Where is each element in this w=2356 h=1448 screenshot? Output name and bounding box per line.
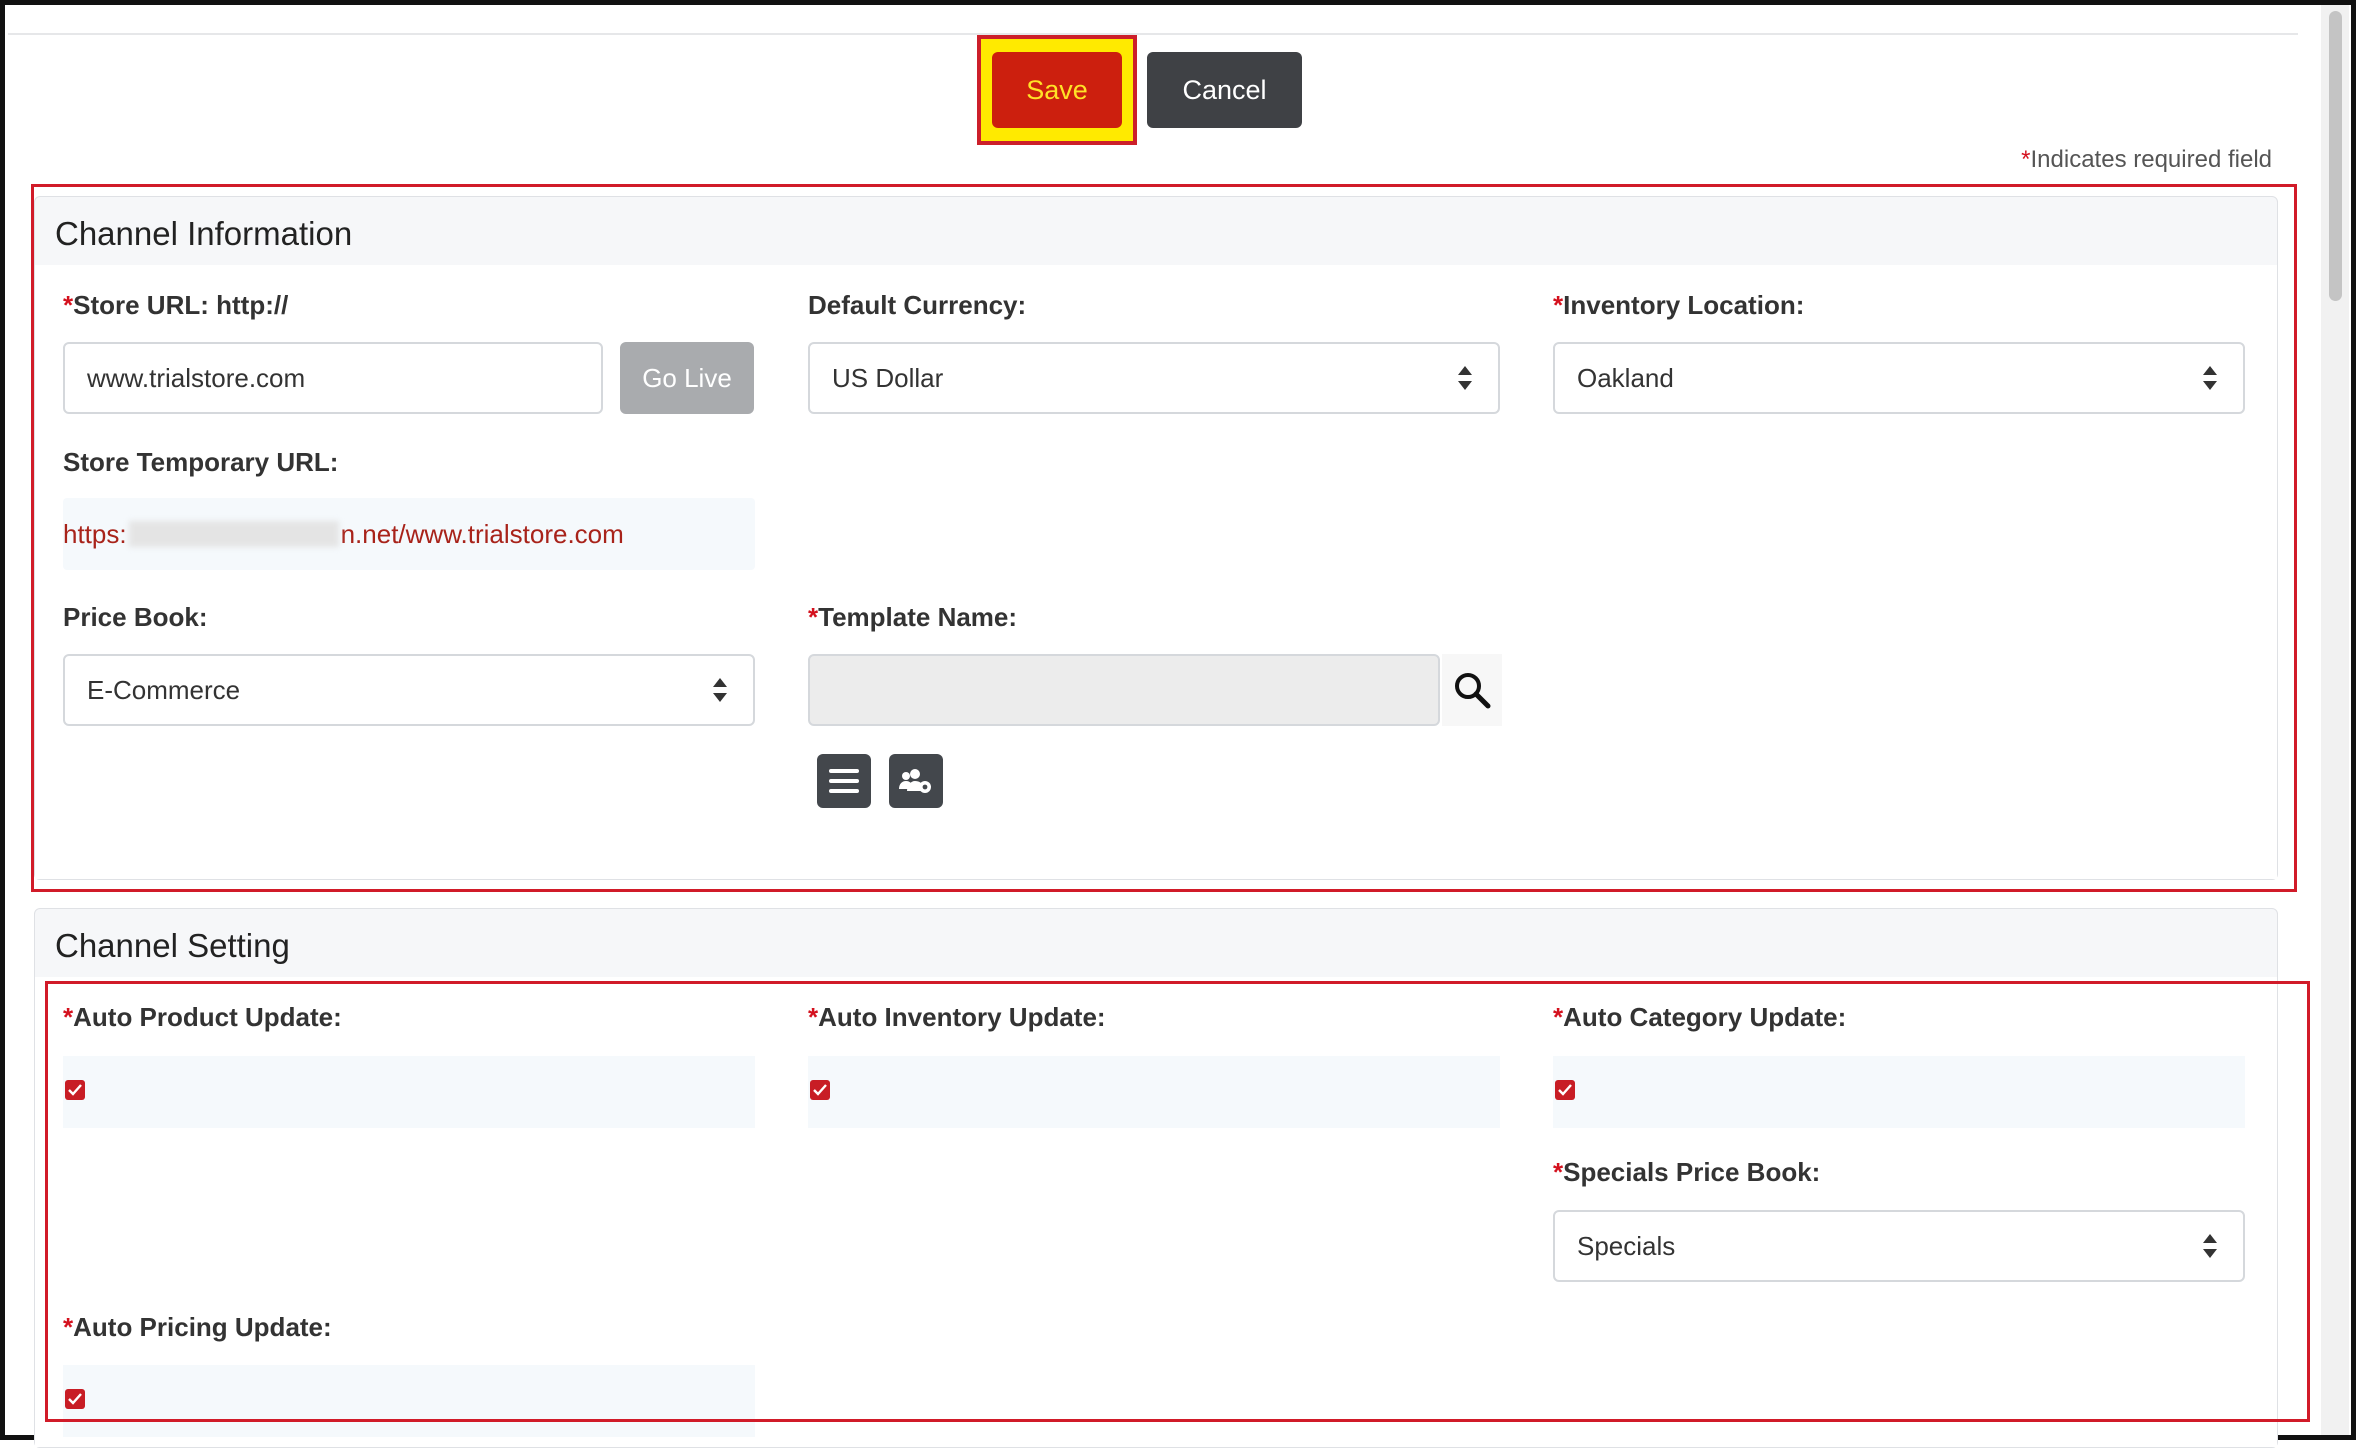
scrollbar-thumb[interactable] <box>2329 11 2342 301</box>
top-strip <box>8 5 2298 35</box>
channel-setting-title: Channel Setting <box>55 927 290 964</box>
annotation-box-channel-information <box>31 184 2297 892</box>
required-note-text: Indicates required field <box>2030 146 2272 173</box>
page-scrollbar[interactable] <box>2321 5 2349 1435</box>
cancel-button[interactable]: Cancel <box>1147 52 1302 128</box>
save-button[interactable]: Save <box>992 52 1122 128</box>
required-star: * <box>2021 146 2031 173</box>
required-field-note: *Indicates required field <box>2021 146 2272 174</box>
annotation-box-channel-setting <box>45 981 2310 1422</box>
